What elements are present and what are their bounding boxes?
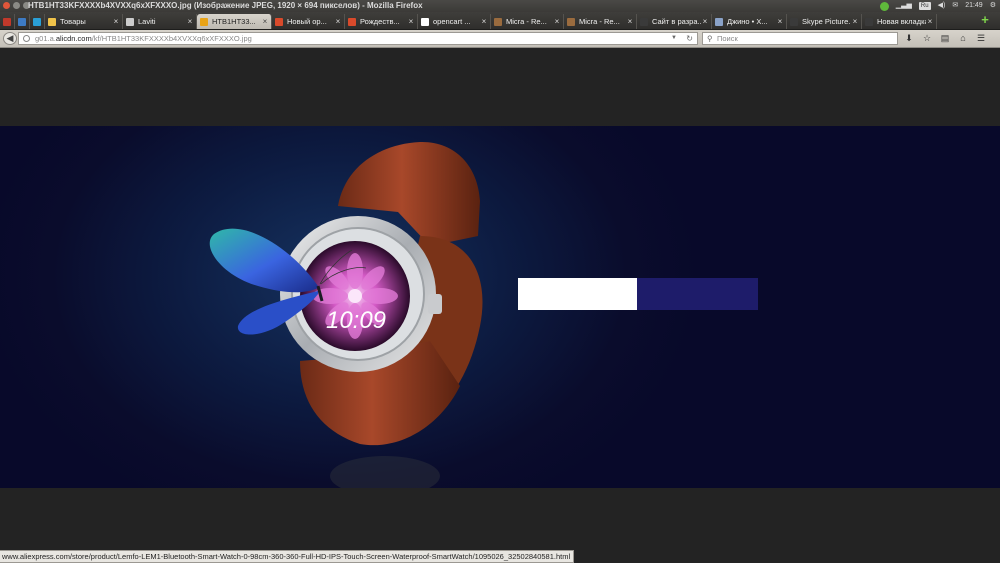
browser-tab[interactable]: Товары × [45, 14, 123, 29]
pinned-tab[interactable] [30, 14, 45, 29]
favicon-icon [421, 17, 429, 26]
search-icon: ⚲ [707, 34, 713, 43]
url-bar[interactable]: g01.a.alicdn.com/kf/HTB1HT33KFXXXXb4XVXX… [18, 32, 698, 45]
window-title-bar: HTB1HT33KFXXXXb4XVXXq6xXFXXXO.jpg (Изобр… [0, 0, 1000, 12]
favicon-icon [567, 17, 575, 26]
tab-label: Laviti [138, 17, 156, 26]
close-tab-icon[interactable]: × [112, 17, 120, 26]
download-icon[interactable]: ⬇ [900, 32, 918, 45]
favicon-icon [494, 17, 502, 26]
new-tab-button[interactable]: + [978, 13, 992, 27]
favicon-icon [275, 17, 283, 26]
url-text: g01.a.alicdn.com/kf/HTB1HT33KFXXXXb4XVXX… [35, 33, 252, 44]
close-tab-icon[interactable]: × [553, 17, 561, 26]
product-photo: 10:09 [209, 141, 483, 488]
favicon-icon [640, 17, 648, 26]
checkmark-icon[interactable] [879, 1, 889, 11]
tab-label: HTB1HT33... [212, 17, 256, 26]
favicon-icon [3, 17, 11, 26]
close-tab-icon[interactable]: × [261, 17, 269, 26]
bookmarks-menu-icon[interactable]: ▤ [936, 32, 954, 45]
browser-tab[interactable]: Laviti × [123, 14, 197, 29]
tab-label: Рождеств... [360, 17, 400, 26]
browser-tab[interactable]: HTB1HT33... × [197, 14, 272, 29]
navigation-toolbar: ◀ g01.a.alicdn.com/kf/HTB1HT33KFXXXXb4XV… [0, 30, 1000, 48]
displayed-image[interactable]: 10:09 [0, 126, 1000, 488]
close-window-button[interactable] [3, 2, 10, 9]
search-box[interactable]: ⚲ Поиск [702, 32, 898, 45]
close-tab-icon[interactable]: × [334, 17, 342, 26]
tab-label: opencart ... [433, 17, 471, 26]
browser-tab[interactable]: Micra - Re... × [491, 14, 564, 29]
tab-label: Товары [60, 17, 86, 26]
url-prefix: g01.a. [35, 34, 56, 43]
close-tab-icon[interactable]: × [851, 17, 859, 26]
browser-tab[interactable]: Сайт в разра... × [637, 14, 712, 29]
close-tab-icon[interactable]: × [480, 17, 488, 26]
pinned-tab[interactable] [15, 14, 30, 29]
toolbar-icons: ⬇ ☆ ▤ ⌂ ☰ [900, 32, 990, 45]
home-icon[interactable]: ⌂ [954, 32, 972, 45]
favicon-icon [865, 17, 873, 26]
clock[interactable]: 21:49 [965, 0, 983, 12]
reload-icon[interactable]: ↻ [686, 33, 693, 44]
tab-label: Новая вкладка [877, 17, 926, 26]
favicon-icon [18, 17, 26, 26]
close-tab-icon[interactable]: × [407, 17, 415, 26]
favicon-icon [715, 17, 723, 26]
close-tab-icon[interactable]: × [186, 17, 194, 26]
watch-crown [428, 294, 442, 314]
keyboard-layout-indicator[interactable]: Ru [918, 2, 931, 10]
browser-tab[interactable]: Рождеств... × [345, 14, 418, 29]
back-button[interactable]: ◀ [3, 32, 17, 45]
favicon-icon [48, 17, 56, 26]
menu-icon[interactable]: ☰ [972, 32, 990, 45]
browser-tab[interactable]: Джино • Х... × [712, 14, 787, 29]
mail-icon[interactable]: ✉ [952, 0, 958, 12]
banner-navy-block [637, 278, 758, 310]
close-tab-icon[interactable]: × [701, 17, 709, 26]
browser-tab[interactable]: opencart ... × [418, 14, 491, 29]
watch-reflection [330, 456, 440, 488]
close-tab-icon[interactable]: × [926, 17, 934, 26]
tab-strip: + Товары × Laviti × HTB1HT33... × Новый ор... ×… [0, 12, 1000, 30]
tab-label: Skype Picture... [802, 17, 851, 26]
favicon-icon [200, 17, 208, 26]
gear-icon[interactable]: ⚙ [990, 0, 996, 12]
url-path: /kf/HTB1HT33KFXXXXb4XVXXq6xXFXXXO.jpg [91, 34, 252, 43]
url-domain: alicdn.com [55, 34, 92, 43]
favicon-icon [126, 17, 134, 26]
volume-icon[interactable]: ◀) [938, 0, 946, 12]
browser-tab[interactable]: Skype Picture... × [787, 14, 862, 29]
tab-label: Новый ор... [287, 17, 327, 26]
pinned-tab[interactable] [0, 14, 15, 29]
banner-white-block [518, 278, 637, 310]
close-tab-icon[interactable]: × [626, 17, 634, 26]
favicon-icon [33, 17, 41, 26]
tab-label: Micra - Re... [579, 17, 620, 26]
bookmark-star-icon[interactable]: ☆ [918, 32, 936, 45]
tab-label: Сайт в разра... [652, 17, 701, 26]
search-placeholder: Поиск [717, 34, 738, 43]
browser-tab[interactable]: Micra - Re... × [564, 14, 637, 29]
system-tray: ▁▃▅ Ru ◀) ✉ 21:49 ⚙ [879, 0, 996, 12]
history-dropdown-icon[interactable]: ▼ [671, 33, 677, 44]
window-controls [3, 2, 30, 9]
minimize-window-button[interactable] [13, 2, 20, 9]
tab-label: Micra - Re... [506, 17, 547, 26]
close-tab-icon[interactable]: × [776, 17, 784, 26]
network-icon[interactable]: ▁▃▅ [896, 0, 912, 12]
status-bar-link-preview: www.aliexpress.com/store/product/Lemfo-L… [0, 550, 575, 563]
favicon-icon [348, 17, 356, 26]
tab-label: Джино • Х... [727, 17, 768, 26]
browser-tab[interactable]: Новый ор... × [272, 14, 345, 29]
globe-icon [23, 35, 30, 42]
favicon-icon [790, 17, 798, 26]
browser-tab[interactable]: Новая вкладка × [862, 14, 937, 29]
back-arrow-icon: ◀ [6, 33, 14, 43]
window-title: HTB1HT33KFXXXXb4XVXXq6xXFXXXO.jpg (Изобр… [28, 1, 423, 10]
watch-time-display: 10:09 [326, 307, 386, 334]
